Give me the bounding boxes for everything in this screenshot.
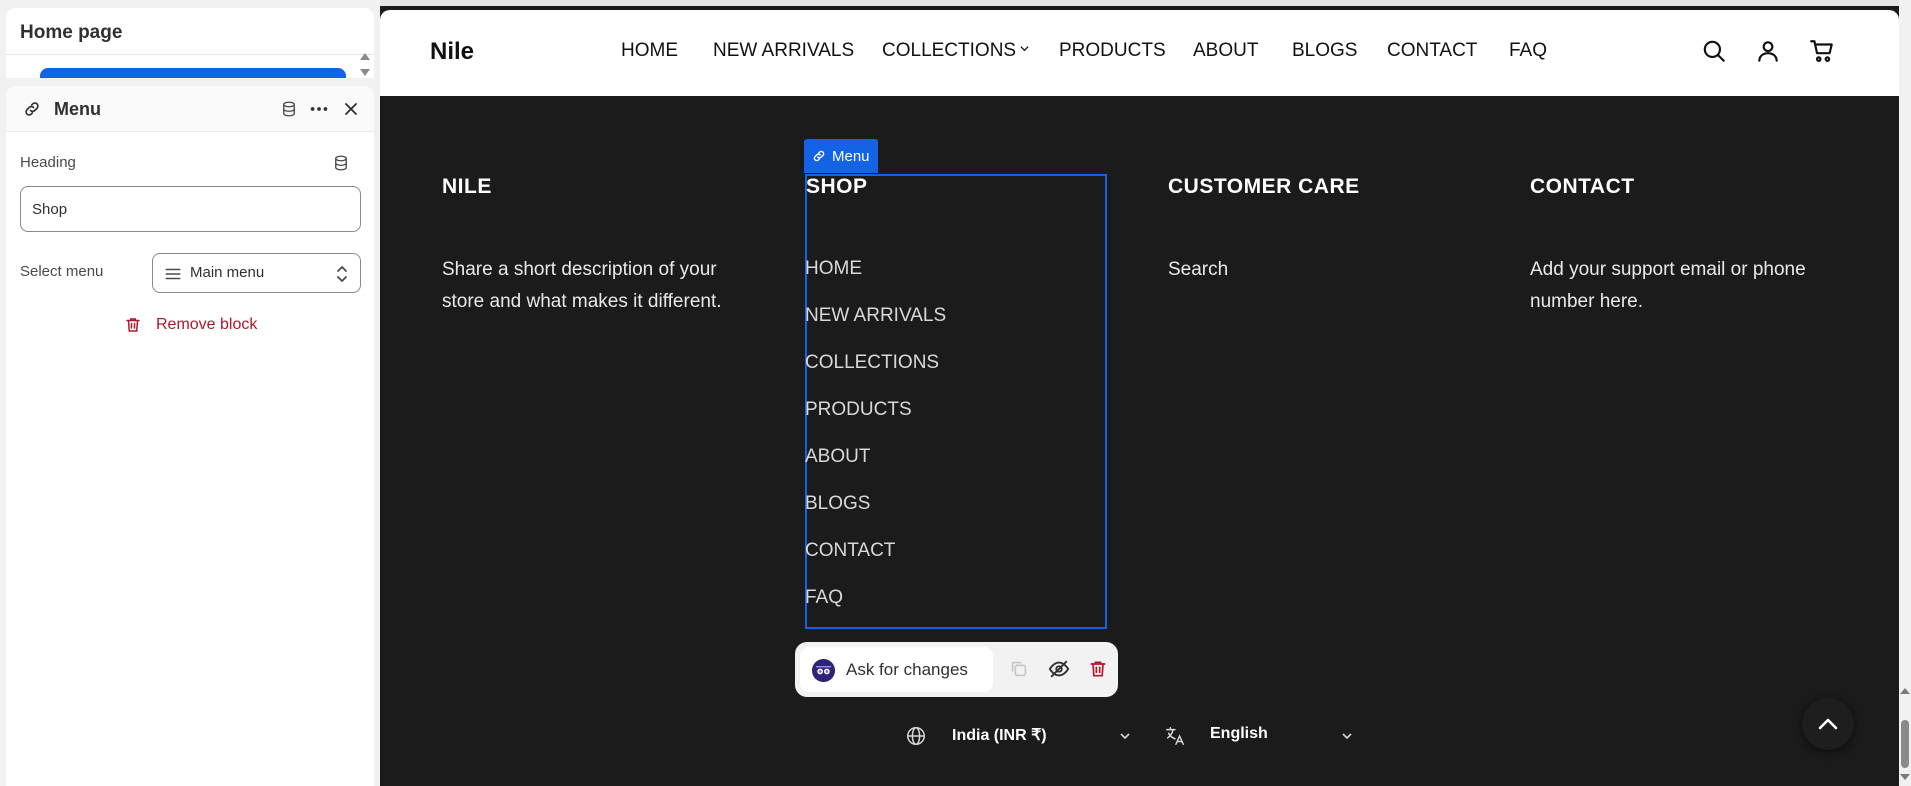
link-icon xyxy=(813,150,825,162)
footer-menu-item[interactable]: COLLECTIONS xyxy=(805,352,939,374)
duplicate-icon[interactable] xyxy=(1008,658,1030,680)
footer-description: Share a short description of your store … xyxy=(442,254,722,318)
remove-block-label: Remove block xyxy=(156,316,258,333)
language-selector[interactable]: English xyxy=(1210,725,1268,743)
link-icon xyxy=(25,102,39,116)
close-icon[interactable] xyxy=(341,99,361,119)
trash-icon xyxy=(126,318,140,332)
footer-menu-item[interactable]: ABOUT xyxy=(805,446,870,468)
menu-lines-icon xyxy=(165,268,181,280)
selected-block-tag-label: Menu xyxy=(832,147,870,165)
block-toolbar: Ask for changes xyxy=(795,642,1118,697)
selected-block-tag[interactable]: Menu xyxy=(804,139,878,173)
chevron-down-icon xyxy=(1020,46,1029,52)
remove-block-button[interactable]: Remove block xyxy=(124,312,257,338)
footer-menu-item[interactable]: FAQ xyxy=(805,587,843,609)
footer-contact-text: Add your support email or phone number h… xyxy=(1530,254,1806,318)
scroll-up-icon[interactable] xyxy=(360,53,370,60)
footer-menu-item[interactable]: BLOGS xyxy=(805,493,870,515)
ask-for-changes-label: Ask for changes xyxy=(846,660,968,679)
account-icon[interactable] xyxy=(1755,38,1781,64)
heading-input[interactable] xyxy=(20,186,361,232)
select-menu-dropdown[interactable]: Main menu xyxy=(152,253,361,293)
heading-label: Heading xyxy=(20,154,76,171)
nav-blogs[interactable]: BLOGS xyxy=(1292,40,1357,62)
scroll-to-top-button[interactable] xyxy=(1802,698,1854,750)
section-card-title: Home page xyxy=(20,22,123,43)
scrollbar-thumb[interactable] xyxy=(1901,720,1909,768)
scroll-up-icon[interactable] xyxy=(1900,688,1910,694)
panel-header: Menu xyxy=(6,86,374,132)
nav-contact[interactable]: CONTACT xyxy=(1387,40,1477,62)
country-selector[interactable]: India (INR ₹) xyxy=(952,725,1047,745)
hide-eye-icon[interactable] xyxy=(1048,658,1070,680)
panel-title: Menu xyxy=(54,99,101,119)
translate-icon xyxy=(1166,727,1184,745)
nav-collections[interactable]: COLLECTIONS xyxy=(882,40,1029,62)
nav-home[interactable]: HOME xyxy=(621,40,678,62)
mini-scrollbar[interactable] xyxy=(360,53,372,79)
footer-heading-nile: NILE xyxy=(442,175,492,198)
app-root: Home page Menu Heading Shop Select menu … xyxy=(0,0,1911,786)
footer-contact-line: Add your support email or phone xyxy=(1530,259,1806,280)
footer-description-line: Share a short description of your xyxy=(442,259,717,280)
search-icon[interactable] xyxy=(1701,38,1727,64)
nav-about[interactable]: ABOUT xyxy=(1193,40,1258,62)
section-card[interactable]: Home page xyxy=(6,8,374,78)
footer-menu-item[interactable]: CONTACT xyxy=(805,540,895,562)
globe-icon xyxy=(907,727,925,745)
editor-sidebar: Home page Menu Heading Shop Select menu … xyxy=(0,0,380,786)
ask-for-changes-button[interactable]: Ask for changes xyxy=(800,647,993,692)
delete-block-icon[interactable] xyxy=(1088,658,1108,680)
chevron-down-icon[interactable] xyxy=(1118,725,1132,747)
nav-collections-label: COLLECTIONS xyxy=(882,40,1017,61)
footer-description-line: store and what makes it different. xyxy=(442,291,722,312)
footer-heading-contact: CONTACT xyxy=(1530,175,1635,198)
footer-contact-line: number here. xyxy=(1530,291,1644,312)
nav-products[interactable]: PRODUCTS xyxy=(1059,40,1166,62)
store-logo[interactable]: Nile xyxy=(430,38,474,66)
store-header: Nile HOME NEW ARRIVALS COLLECTIONS PRODU… xyxy=(380,10,1899,96)
footer-heading-shop: SHOP xyxy=(806,175,868,198)
block-settings-panel: Menu Heading Select me xyxy=(6,86,374,786)
divider xyxy=(6,54,374,55)
chevron-up-down-icon xyxy=(337,266,347,282)
nav-faq[interactable]: FAQ xyxy=(1509,40,1547,62)
footer-menu-item[interactable]: HOME xyxy=(805,258,862,280)
footer-heading-customer-care: CUSTOMER CARE xyxy=(1168,175,1360,198)
chevron-down-icon[interactable] xyxy=(1340,725,1354,747)
nav-new-arrivals[interactable]: NEW ARRIVALS xyxy=(713,40,854,62)
dynamic-source-icon[interactable] xyxy=(332,154,350,172)
cart-icon[interactable] xyxy=(1809,38,1835,64)
store-preview: Nile HOME NEW ARRIVALS COLLECTIONS PRODU… xyxy=(380,0,1899,786)
scroll-down-icon[interactable] xyxy=(360,69,370,76)
page-scrollbar[interactable] xyxy=(1899,0,1911,786)
assistant-avatar-icon xyxy=(812,659,835,682)
footer-search-link[interactable]: Search xyxy=(1168,254,1228,286)
preview-top-strip xyxy=(380,0,1899,6)
more-options-icon[interactable] xyxy=(308,98,330,120)
selected-block-bar[interactable] xyxy=(40,68,346,78)
chevron-up-icon xyxy=(1818,718,1838,730)
dynamic-source-icon[interactable] xyxy=(280,100,298,118)
select-menu-value: Main menu xyxy=(190,264,265,281)
footer-menu-item[interactable]: PRODUCTS xyxy=(805,399,912,421)
footer-menu-item[interactable]: NEW ARRIVALS xyxy=(805,305,946,327)
scroll-down-icon[interactable] xyxy=(1900,774,1910,780)
select-menu-label: Select menu xyxy=(20,263,104,280)
